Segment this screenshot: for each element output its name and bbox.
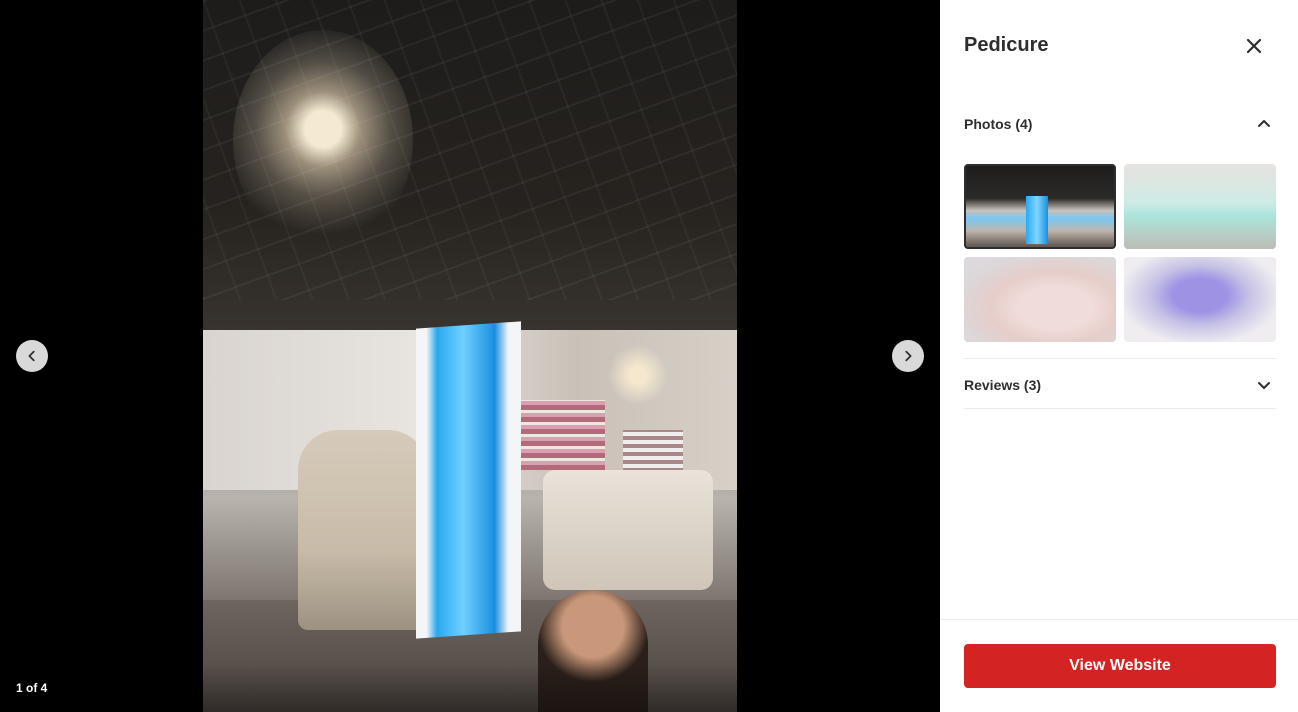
photo-viewer: 1 of 4 <box>0 0 940 712</box>
divider <box>964 358 1276 359</box>
photo-chandelier-small <box>608 345 668 405</box>
photos-section-toggle[interactable]: Photos (4) <box>964 112 1276 136</box>
photo-water-panel <box>416 321 521 639</box>
next-photo-button[interactable] <box>892 340 924 372</box>
photos-section-label: Photos (4) <box>964 116 1033 132</box>
thumbnail-4[interactable] <box>1124 257 1276 342</box>
photo-chandelier <box>233 30 413 250</box>
reviews-section-toggle[interactable]: Reviews (3) <box>964 373 1276 397</box>
photo-polish-shelves <box>515 400 605 470</box>
photo-counter: 1 of 4 <box>16 681 48 695</box>
divider <box>964 408 1276 409</box>
footer-divider <box>940 619 1298 620</box>
page-title: Pedicure <box>964 34 1049 56</box>
main-photo <box>203 0 737 712</box>
photo-bottom-shade <box>203 664 737 712</box>
chevron-right-icon <box>905 350 912 362</box>
view-website-button[interactable]: View Website <box>964 644 1276 688</box>
close-button[interactable] <box>1241 33 1267 59</box>
close-icon <box>1246 38 1262 54</box>
thumbnail-1[interactable] <box>964 164 1116 249</box>
photo-thumbnails <box>964 164 1276 342</box>
thumbnail-1-glow <box>1026 196 1048 244</box>
photo-pedicure-chair <box>298 430 428 630</box>
chevron-left-icon <box>28 350 35 362</box>
chevron-down-icon <box>1258 382 1270 389</box>
previous-photo-button[interactable] <box>16 340 48 372</box>
details-sidebar: Pedicure Photos (4) Reviews (3) View Web… <box>940 0 1298 712</box>
thumbnail-2[interactable] <box>1124 164 1276 249</box>
photo-manicure-station <box>543 470 713 590</box>
thumbnail-3[interactable] <box>964 257 1116 342</box>
reviews-section-label: Reviews (3) <box>964 377 1042 393</box>
chevron-up-icon <box>1258 120 1270 127</box>
